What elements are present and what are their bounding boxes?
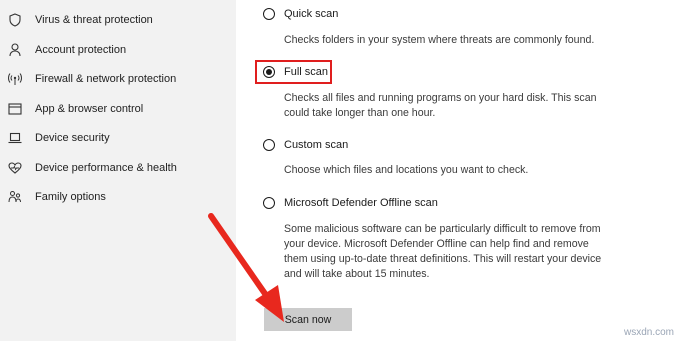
quick-scan-description: Checks folders in your system where thre… — [284, 34, 595, 46]
sidebar-item-label: Virus & threat protection — [35, 14, 153, 26]
sidebar: Virus & threat protection Account protec… — [0, 0, 236, 341]
sidebar-item-account-protection[interactable]: Account protection — [0, 37, 236, 63]
custom-scan-description: Choose which files and locations you wan… — [284, 164, 529, 176]
custom-scan-radio[interactable]: Custom scan — [263, 139, 348, 151]
quick-scan-radio[interactable]: Quick scan — [263, 8, 338, 20]
sidebar-item-label: Device security — [35, 132, 110, 144]
scan-now-button[interactable]: Scan now — [264, 308, 352, 331]
sidebar-item-app-browser-control[interactable]: App & browser control — [0, 96, 236, 122]
offline-scan-description: Some malicious software can be particula… — [284, 223, 602, 280]
full-scan-highlight-box — [255, 60, 332, 84]
heart-icon — [8, 161, 22, 175]
sidebar-item-virus-threat-protection[interactable]: Virus & threat protection — [0, 7, 236, 33]
sidebar-item-label: Device performance & health — [35, 162, 177, 174]
sidebar-item-device-security[interactable]: Device security — [0, 125, 236, 151]
sidebar-item-label: Firewall & network protection — [35, 73, 177, 85]
watermark-text: wsxdn.com — [623, 327, 674, 338]
sidebar-item-firewall-network-protection[interactable]: Firewall & network protection — [0, 66, 236, 92]
radio-button[interactable] — [263, 139, 275, 151]
sidebar-item-label: Account protection — [35, 44, 127, 56]
sidebar-item-family-options[interactable]: Family options — [0, 184, 236, 210]
sidebar-item-label: Family options — [35, 191, 106, 203]
radio-button[interactable] — [263, 8, 275, 20]
sidebar-item-label: App & browser control — [35, 103, 144, 115]
custom-scan-label: Custom scan — [284, 139, 349, 151]
full-scan-description: Checks all files and running programs on… — [284, 92, 597, 119]
wifi-antenna-icon — [8, 72, 22, 86]
offline-scan-label: Microsoft Defender Offline scan — [284, 197, 438, 209]
laptop-icon — [8, 131, 22, 145]
sidebar-item-device-performance-health[interactable]: Device performance & health — [0, 155, 236, 181]
family-icon — [8, 190, 22, 204]
quick-scan-label: Quick scan — [284, 8, 339, 20]
radio-button[interactable] — [263, 197, 275, 209]
person-icon — [8, 43, 22, 57]
browser-window-icon — [8, 102, 22, 116]
offline-scan-radio[interactable]: Microsoft Defender Offline scan — [263, 197, 438, 209]
shield-icon — [8, 13, 22, 27]
